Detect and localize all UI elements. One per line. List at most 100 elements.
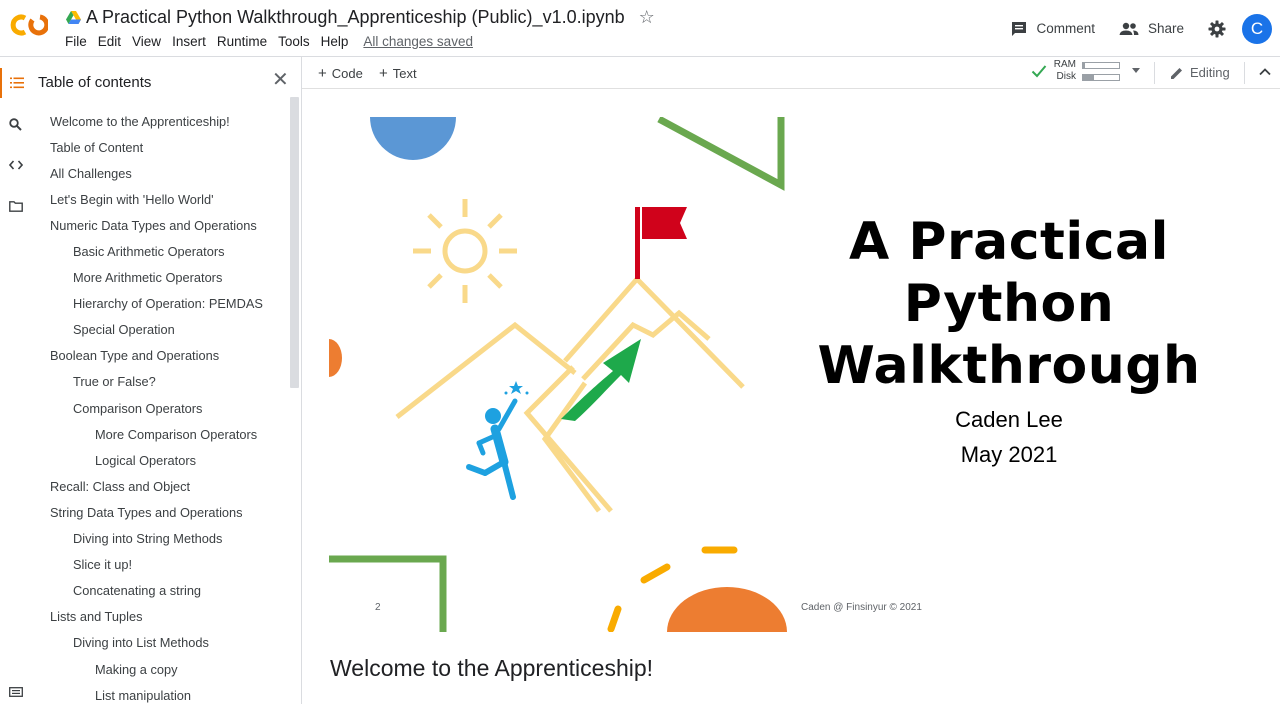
toc-item[interactable]: Recall: Class and Object	[31, 473, 286, 499]
toolbar-divider	[1154, 62, 1155, 84]
app-header: A Practical Python Walkthrough_Apprentic…	[0, 0, 1280, 57]
gear-icon[interactable]	[1208, 20, 1226, 38]
toc-item[interactable]: More Arithmetic Operators	[31, 265, 286, 291]
slide-orange-left-semicircle	[329, 339, 342, 377]
header-actions: Comment Share C	[1011, 0, 1280, 57]
toc-scrollbar[interactable]	[290, 97, 299, 388]
notebook-toolbar: + Code + Text RAM Disk Editing	[302, 57, 1280, 89]
toc-item[interactable]: Boolean Type and Operations	[31, 343, 286, 369]
toc-item[interactable]: List manipulation	[31, 682, 286, 704]
menu-bar: File Edit View Insert Runtime Tools Help…	[61, 34, 480, 49]
toc-item[interactable]: Let's Begin with 'Hello World'	[31, 186, 286, 212]
slide-green-corner	[657, 115, 785, 191]
colab-logo[interactable]	[10, 12, 48, 38]
toc-item[interactable]: Diving into List Methods	[31, 630, 286, 656]
table-of-contents-panel: Table of contents ✕ Welcome to the Appre…	[31, 57, 302, 704]
menu-edit[interactable]: Edit	[94, 34, 125, 49]
slide-footer: Caden @ Finsinyur © 2021	[801, 602, 922, 613]
plus-icon: +	[379, 65, 388, 82]
add-text-label: Text	[392, 66, 417, 81]
toc-item[interactable]: Table of Content	[31, 134, 286, 160]
toc-item[interactable]: All Challenges	[31, 160, 286, 186]
plus-icon: +	[318, 65, 327, 82]
pencil-icon	[1171, 67, 1182, 79]
drive-icon	[66, 10, 81, 24]
document-title-row: A Practical Python Walkthrough_Apprentic…	[66, 6, 655, 28]
menu-view[interactable]: View	[128, 34, 165, 49]
chevron-down-icon[interactable]	[1132, 68, 1140, 73]
toc-item[interactable]: True or False?	[31, 369, 286, 395]
comment-icon	[1012, 21, 1027, 36]
ram-label: RAM	[1053, 59, 1076, 70]
files-rail-button[interactable]	[0, 191, 31, 221]
folder-icon	[8, 200, 23, 212]
menu-insert[interactable]: Insert	[168, 34, 210, 49]
code-icon	[8, 160, 23, 170]
toc-item[interactable]: Numeric Data Types and Operations	[31, 212, 286, 238]
left-icon-rail	[0, 57, 31, 704]
sun-icon	[413, 199, 517, 303]
add-code-button[interactable]: + Code	[318, 65, 363, 82]
search-icon	[9, 117, 22, 131]
toc-item[interactable]: Lists and Tuples	[31, 604, 286, 630]
toc-item[interactable]: Basic Arithmetic Operators	[31, 238, 286, 264]
star-sparkle-icon	[509, 381, 523, 394]
keyboard-icon	[8, 687, 23, 697]
editing-mode-button[interactable]: Editing	[1170, 65, 1230, 80]
add-code-label: Code	[331, 66, 363, 81]
flag-icon	[642, 207, 687, 239]
menu-file[interactable]: File	[61, 34, 91, 49]
terminal-rail-button[interactable]	[0, 677, 31, 707]
editing-label: Editing	[1190, 65, 1230, 80]
slide-green-bottom-corner	[329, 555, 447, 632]
toc-item[interactable]: Slice it up!	[31, 552, 286, 578]
disk-usage-fill	[1083, 75, 1094, 80]
toc-item[interactable]: Making a copy	[31, 656, 286, 682]
close-icon[interactable]: ✕	[272, 70, 289, 90]
avatar[interactable]: C	[1242, 13, 1272, 44]
star-icon[interactable]: ☆	[639, 8, 655, 26]
ram-usage-bar[interactable]	[1082, 62, 1120, 69]
slide-title: A Practical Python Walkthrough	[817, 212, 1201, 396]
code-snippets-rail-button[interactable]	[0, 150, 31, 180]
toc-title: Table of contents	[38, 74, 152, 91]
toc-item[interactable]: Welcome to the Apprenticeship!	[31, 108, 286, 134]
menu-tools[interactable]: Tools	[274, 34, 314, 49]
notebook-content: A Practical Python Walkthrough Caden Lee…	[302, 89, 1280, 704]
people-icon	[1119, 22, 1139, 35]
slide-author: Caden Lee	[955, 407, 1063, 432]
list-icon	[9, 77, 24, 89]
check-icon	[1031, 65, 1047, 78]
comment-button[interactable]: Comment	[1011, 21, 1095, 37]
flag-pole	[635, 207, 640, 279]
menu-help[interactable]: Help	[317, 34, 353, 49]
share-button[interactable]: Share	[1119, 21, 1184, 36]
save-status-link[interactable]: All changes saved	[359, 34, 477, 49]
toc-item[interactable]: Hierarchy of Operation: PEMDAS	[31, 291, 286, 317]
toc-list: Welcome to the Apprenticeship! Table of …	[31, 108, 286, 704]
toc-item[interactable]: Logical Operators	[31, 447, 286, 473]
toc-item[interactable]: Concatenating a string	[31, 578, 286, 604]
section-heading[interactable]: Welcome to the Apprenticeship!	[330, 655, 653, 682]
toc-item[interactable]: Comparison Operators	[31, 395, 286, 421]
chevron-up-icon[interactable]	[1258, 65, 1272, 79]
disk-usage-bar[interactable]	[1082, 74, 1120, 81]
slide-page-number: 2	[375, 602, 381, 613]
toc-item[interactable]: Special Operation	[31, 317, 286, 343]
toc-rail-button[interactable]	[0, 68, 31, 98]
slide-orange-semicircle	[667, 587, 787, 632]
person-icon	[466, 398, 518, 500]
menu-runtime[interactable]: Runtime	[213, 34, 271, 49]
slide-blue-semicircle	[370, 117, 456, 160]
resource-labels[interactable]: RAM Disk	[1052, 59, 1076, 83]
share-label: Share	[1147, 21, 1184, 36]
add-text-button[interactable]: + Text	[379, 65, 417, 82]
search-rail-button[interactable]	[0, 109, 31, 139]
comment-label: Comment	[1036, 21, 1095, 36]
mountain-illustration	[395, 275, 745, 513]
toc-item[interactable]: String Data Types and Operations	[31, 499, 286, 525]
toc-item[interactable]: Diving into String Methods	[31, 526, 286, 552]
toc-item[interactable]: More Comparison Operators	[31, 421, 286, 447]
document-title[interactable]: A Practical Python Walkthrough_Apprentic…	[86, 7, 625, 28]
disk-label: Disk	[1056, 71, 1076, 82]
